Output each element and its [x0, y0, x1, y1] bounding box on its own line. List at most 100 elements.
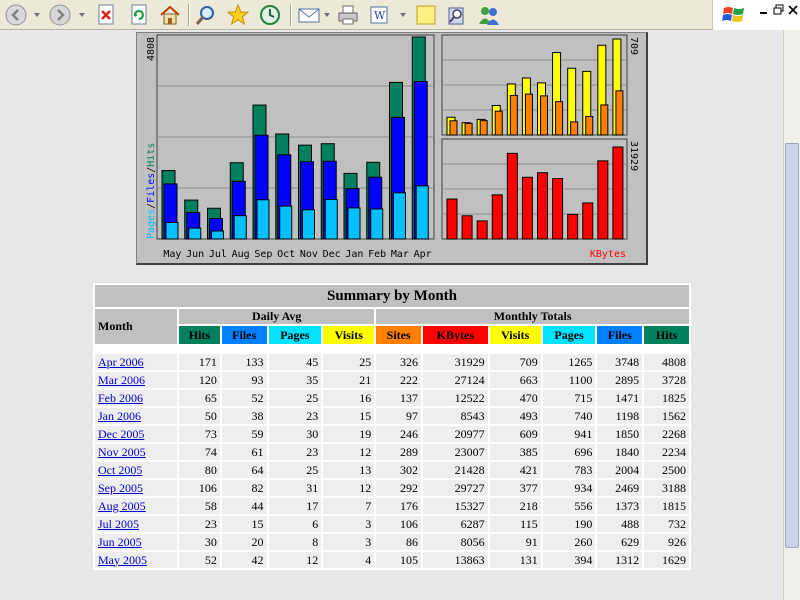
table-cell: 16: [323, 390, 375, 406]
usage-chart: May Jun Jul Aug Sep Oct Nov Dec Jan Feb Mar Apr 4808…: [136, 32, 648, 265]
table-cell: 35: [268, 372, 322, 388]
table-cell: 1850: [597, 426, 643, 442]
x-tick-label: Dec: [323, 249, 341, 260]
bar-pages: [188, 227, 202, 240]
bar-kbytes: [521, 176, 533, 240]
table-cell: 556: [542, 498, 596, 514]
scrollbar-thumb[interactable]: [785, 143, 799, 548]
total-hits-column-header: Hits: [644, 326, 689, 344]
history-icon[interactable]: [258, 3, 282, 27]
month-link[interactable]: Oct 2005: [98, 463, 142, 477]
edit-dropdown-icon[interactable]: [399, 11, 407, 19]
bar-kbytes: [582, 202, 594, 240]
table-cell: 3728: [644, 372, 689, 388]
mail-dropdown-icon[interactable]: [323, 11, 331, 19]
kbytes-label: KBytes: [590, 249, 626, 260]
month-link[interactable]: Dec 2005: [98, 427, 144, 441]
table-cell: 222: [376, 372, 422, 388]
table-cell: 171: [179, 354, 220, 370]
table-cell: 86: [376, 534, 422, 550]
x-tick-label: May: [163, 249, 181, 260]
mail-icon[interactable]: [297, 3, 321, 27]
table-cell: 934: [542, 480, 596, 496]
forward-dropdown-icon[interactable]: [78, 11, 86, 19]
search-icon[interactable]: [194, 3, 218, 27]
table-cell: 61: [221, 444, 267, 460]
table-cell: 488: [597, 516, 643, 532]
total-visits-column-header: Visits: [489, 326, 541, 344]
month-link[interactable]: Apr 2006: [98, 355, 144, 369]
month-cell: Dec 2005: [95, 426, 178, 442]
month-link[interactable]: Jan 2006: [98, 409, 141, 423]
vertical-scrollbar[interactable]: [783, 30, 800, 600]
table-cell: 1312: [597, 552, 643, 568]
legend-hits: Hits: [146, 143, 157, 167]
month-link[interactable]: Jul 2005: [98, 517, 139, 531]
table-cell: 120: [179, 372, 220, 388]
research-icon[interactable]: [444, 3, 468, 27]
table-cell: 1840: [597, 444, 643, 460]
month-link[interactable]: Aug 2005: [98, 499, 146, 513]
windows-logo-icon: [722, 7, 744, 22]
table-cell: 8543: [423, 408, 488, 424]
table-cell: 740: [542, 408, 596, 424]
summary-by-month-table: Summary by Month Month Daily Avg Monthly…: [93, 283, 691, 570]
table-cell: 8056: [423, 534, 488, 550]
back-dropdown-icon[interactable]: [33, 11, 41, 19]
month-link[interactable]: May 2005: [98, 553, 147, 567]
month-link[interactable]: Nov 2005: [98, 445, 146, 459]
table-cell: 2895: [597, 372, 643, 388]
month-link[interactable]: Jun 2005: [98, 535, 142, 549]
restore-icon[interactable]: [773, 4, 785, 16]
table-cell: 1373: [597, 498, 643, 514]
table-cell: 176: [376, 498, 422, 514]
month-link[interactable]: Sep 2005: [98, 481, 143, 495]
table-cell: 30: [268, 426, 322, 442]
refresh-icon[interactable]: [127, 3, 151, 27]
bar-pages: [370, 208, 384, 240]
bar-pages: [393, 192, 406, 240]
edit-icon[interactable]: W: [368, 3, 392, 27]
table-cell: 246: [376, 426, 422, 442]
stop-icon[interactable]: [94, 3, 118, 27]
month-link[interactable]: Feb 2006: [98, 391, 143, 405]
bar-pages: [233, 215, 247, 240]
print-icon[interactable]: [336, 3, 360, 27]
forward-icon[interactable]: [48, 3, 72, 27]
browser-toolbar: W: [0, 0, 800, 30]
x-tick-label: Oct: [277, 249, 295, 260]
home-icon[interactable]: [158, 3, 182, 27]
table-cell: 3188: [644, 480, 689, 496]
bar-pages: [279, 205, 293, 240]
table-cell: 23: [179, 516, 220, 532]
table-cell: 421: [489, 462, 541, 478]
table-cell: 783: [542, 462, 596, 478]
table-cell: 1471: [597, 390, 643, 406]
table-cell: 20977: [423, 426, 488, 442]
favorites-icon[interactable]: [226, 3, 250, 27]
total-sites-column-header: Sites: [376, 326, 422, 344]
visits-max-label: 709: [628, 37, 639, 55]
table-cell: 13863: [423, 552, 488, 568]
x-tick-label: Jan: [345, 249, 363, 260]
table-cell: 25: [323, 354, 375, 370]
note-icon[interactable]: [414, 3, 438, 27]
svg-text:W: W: [374, 9, 386, 22]
bar-sites: [494, 110, 503, 136]
close-icon[interactable]: [787, 4, 799, 16]
messenger-icon[interactable]: [477, 3, 501, 27]
table-row: Oct 2005 80 64 25 13 302 21428 421 783 2004 2500: [95, 462, 689, 478]
table-cell: 52: [221, 390, 267, 406]
x-tick-label: Sep: [254, 249, 272, 260]
daily-files-column-header: Files: [221, 326, 267, 344]
month-link[interactable]: Mar 2006: [98, 373, 145, 387]
table-cell: 74: [179, 444, 220, 460]
table-cell: 91: [489, 534, 541, 550]
minimize-icon[interactable]: [759, 5, 769, 15]
back-icon[interactable]: [4, 3, 28, 27]
table-cell: 1265: [542, 354, 596, 370]
summary-title: Summary by Month: [95, 285, 689, 307]
table-row: Jan 2006 50 38 23 15 97 8543 493 740 1198 1562: [95, 408, 689, 424]
table-cell: 15327: [423, 498, 488, 514]
month-cell: Jan 2006: [95, 408, 178, 424]
